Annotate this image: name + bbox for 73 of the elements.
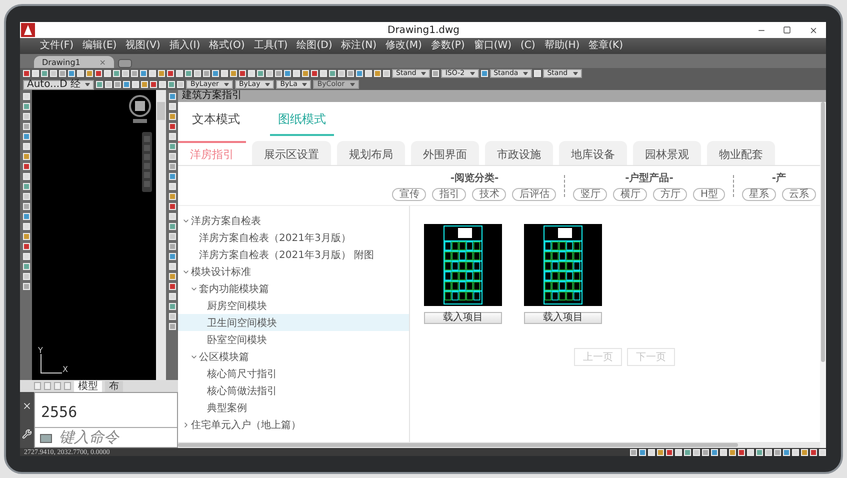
load-project-button[interactable]: 载入项目	[424, 312, 502, 324]
layout-tab[interactable]: 模型	[74, 380, 102, 392]
category-tab[interactable]: 园林景观	[633, 141, 701, 165]
menu-item[interactable]: 视图(V)	[126, 39, 160, 53]
tree-item[interactable]: 公区模块篇	[178, 348, 409, 365]
wrench-icon[interactable]	[22, 429, 32, 439]
menu-item[interactable]: 工具(T)	[254, 39, 288, 53]
axis-label: X	[62, 365, 68, 374]
tree-item[interactable]: 洋房方案自检表	[178, 212, 409, 229]
tree-item[interactable]: 模块设计标准	[178, 263, 409, 280]
menu-item[interactable]: 帮助(H)	[544, 39, 580, 53]
tree-item[interactable]: 套内功能模块篇	[178, 280, 409, 297]
filter-group-title: -户型产品-	[625, 171, 674, 184]
filter-chip[interactable]: 技术	[472, 188, 506, 200]
tool-icon[interactable]	[432, 70, 440, 77]
category-tab[interactable]: 外围界面	[411, 141, 479, 165]
tool-icon[interactable]	[534, 70, 542, 77]
axis-label: Y	[38, 346, 43, 355]
load-project-button[interactable]: 载入项目	[524, 312, 602, 324]
tree-item[interactable]: 洋房方案自检表（2021年3月版） 附图	[178, 246, 409, 263]
menu-item[interactable]: 标注(N)	[341, 39, 377, 53]
tree-item[interactable]: 卫生间空间模块	[178, 314, 409, 331]
layout-tab[interactable]: 布	[105, 380, 123, 392]
menu-item[interactable]: 参数(P)	[430, 39, 465, 53]
filter-chip[interactable]: 星系	[742, 188, 776, 200]
document-tab[interactable]: Drawing1 ×	[34, 56, 114, 68]
tree-item[interactable]: 厨房空间模块	[178, 297, 409, 314]
category-tab[interactable]: 规划布局	[337, 141, 405, 165]
tree-item[interactable]: 核心筒做法指引	[178, 382, 409, 399]
menu-item[interactable]: 格式(O)	[209, 39, 245, 53]
scrollbar[interactable]	[156, 90, 166, 380]
filter-chip[interactable]: 云系	[782, 188, 816, 200]
filter-chip[interactable]: 宣传	[392, 188, 426, 200]
command-history: 2556	[40, 402, 78, 423]
maximize-icon	[783, 26, 791, 34]
filter-chip[interactable]: 竖厅	[573, 188, 608, 200]
drawing-canvas[interactable]: Y X	[32, 90, 156, 380]
menu-item[interactable]: 编辑(E)	[82, 39, 117, 53]
menu-item[interactable]: 签章(K)	[588, 39, 624, 53]
filter-chip[interactable]: 横厅	[613, 188, 648, 200]
vertical-scrollbar[interactable]	[820, 102, 826, 448]
filter-group-title: -阅览分类-	[450, 172, 499, 184]
category-tab[interactable]: 展示区设置	[252, 141, 331, 165]
workspace-dropdown[interactable]: Auto...D 经	[23, 80, 94, 90]
menu-item[interactable]: (C)	[520, 39, 536, 53]
new-tab-button[interactable]	[118, 59, 132, 68]
menu-item[interactable]: 修改(M)	[386, 39, 422, 53]
viewcube-icon[interactable]	[127, 94, 153, 124]
tree-item[interactable]: 洋房方案自检表（2021年3月版）	[178, 229, 409, 246]
window-title: Drawing1.dwg	[386, 24, 460, 36]
tree-item[interactable]: 住宅单元入户（地上篇）	[178, 416, 409, 433]
filter-chip[interactable]: H型	[693, 188, 725, 200]
menu-item[interactable]: 窗口(W)	[474, 39, 512, 53]
panel-title: 建筑方案指引	[178, 90, 826, 102]
filter-chip[interactable]: 后评估	[512, 188, 556, 200]
tree-item[interactable]: 核心筒尺寸指引	[178, 365, 409, 382]
tool-icon[interactable]	[480, 70, 488, 77]
filter-chip[interactable]: 指引	[432, 188, 466, 200]
close-icon	[808, 26, 818, 34]
category-tab[interactable]: 地库设备	[559, 141, 627, 165]
horizontal-scrollbar[interactable]	[178, 442, 820, 448]
menu-item[interactable]: 绘图(D)	[296, 39, 332, 53]
filter-group-title: -产	[772, 172, 786, 184]
category-tab[interactable]: 市政设施	[485, 141, 553, 165]
menu-item[interactable]: 文件(F)	[40, 39, 74, 53]
filter-chip[interactable]: 方厅	[653, 188, 688, 200]
close-icon[interactable]	[22, 401, 32, 411]
mode-tab[interactable]: 文本模式	[184, 111, 248, 136]
tree-item[interactable]: 典型案例	[178, 399, 409, 416]
category-tab[interactable]: 物业配套	[707, 141, 775, 165]
menu-item[interactable]: 插入(I)	[169, 39, 200, 53]
chevron-right-icon[interactable]	[182, 420, 190, 428]
tree-item[interactable]: 卧室空间模块	[178, 331, 409, 348]
